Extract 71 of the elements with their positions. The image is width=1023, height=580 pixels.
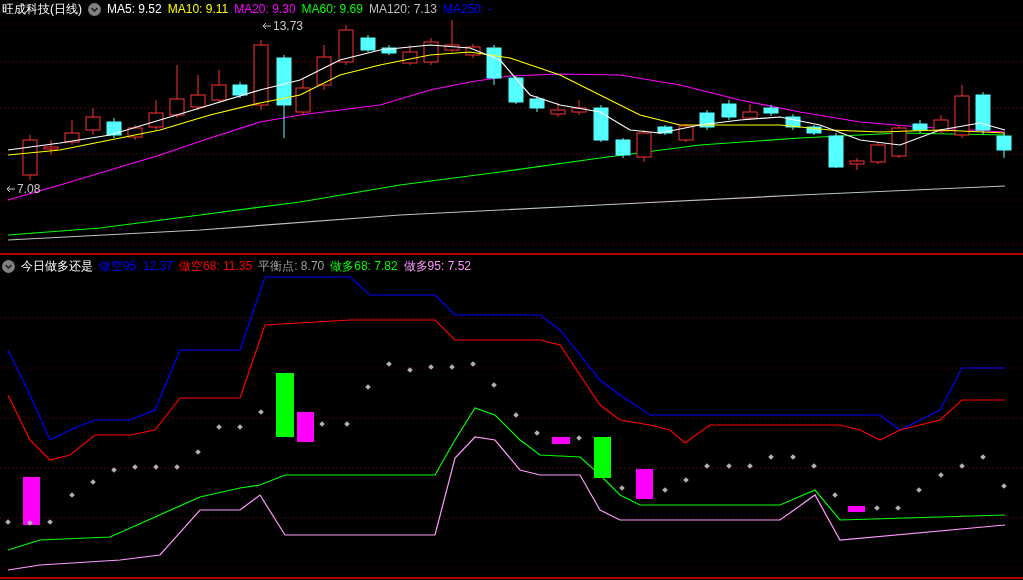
indicator-value: MA120: 7.13 <box>368 3 437 15</box>
candlestick <box>85 107 101 136</box>
indicator-value: 做空95: 12.37 <box>99 260 174 272</box>
chart-title: 旺成科技(日线) <box>2 3 82 15</box>
candlestick <box>22 134 38 181</box>
candlestick <box>742 103 758 121</box>
candlestick <box>849 157 865 171</box>
candlestick <box>64 119 80 146</box>
signal-bar <box>594 437 611 478</box>
candlestick <box>785 113 801 131</box>
signal-bar <box>552 437 570 444</box>
signal-bar <box>276 373 294 437</box>
candlestick <box>806 124 822 136</box>
candlestick <box>486 44 502 86</box>
candlestick <box>402 44 418 66</box>
indicator-value: MA20: 9.30 <box>234 3 296 15</box>
indicator-value: MA10: 9.11 <box>167 3 229 15</box>
candlestick <box>636 129 652 163</box>
candlestick <box>381 44 397 56</box>
candlestick <box>253 39 269 111</box>
candlestick <box>975 91 991 136</box>
candlestick <box>508 75 524 105</box>
candlestick <box>996 132 1012 159</box>
indicator-value: 做空68: 11.35 <box>179 260 253 272</box>
candlestick <box>190 74 206 111</box>
candlestick <box>657 124 673 136</box>
indicator-value: MA5: 9.52 <box>107 3 162 15</box>
candlestick <box>593 104 609 143</box>
candlestick <box>615 137 631 159</box>
high-price-label: 13.73 <box>273 18 304 35</box>
candlestick <box>423 37 439 66</box>
candlestick <box>870 141 886 165</box>
candlestick <box>295 77 311 116</box>
candlestick <box>529 95 545 113</box>
arrow-icon <box>262 21 272 31</box>
chevron-down-icon[interactable] <box>88 2 101 16</box>
candlestick <box>828 132 844 169</box>
candlestick <box>465 43 481 59</box>
candlestick <box>571 99 587 116</box>
indicator-title: 今日做多还是 <box>21 260 93 272</box>
candlestick <box>127 124 143 141</box>
candlestick <box>338 24 354 66</box>
candlestick <box>169 64 185 119</box>
candlestick <box>211 69 227 104</box>
candlestick <box>550 102 566 118</box>
candlestick <box>316 44 332 91</box>
candlestick <box>933 114 949 135</box>
signal-bar <box>848 506 865 512</box>
indicator-value: 做多68: 7.82 <box>330 260 398 272</box>
candlestick <box>43 139 59 156</box>
candlestick <box>954 84 970 139</box>
indicator-value: MA60: 9.69 <box>301 3 363 15</box>
candlestick <box>721 99 737 121</box>
candlestick <box>891 124 907 159</box>
low-price-label: 7.08 <box>17 181 41 198</box>
signal-bar <box>636 469 653 499</box>
candlestick <box>232 81 248 99</box>
indicator-value: MA250: - <box>443 3 492 15</box>
signal-bar <box>23 477 40 525</box>
candlestick <box>699 109 715 131</box>
signal-bar <box>297 412 314 442</box>
arrow-icon <box>6 184 16 194</box>
candlestick <box>106 117 122 139</box>
candlestick <box>360 34 376 53</box>
candlestick <box>912 119 928 134</box>
candlestick <box>763 104 779 117</box>
indicator-value: 做多95: 7.52 <box>403 260 471 272</box>
candlestick <box>148 99 164 131</box>
candlestick <box>444 19 460 53</box>
chevron-down-icon[interactable] <box>2 259 15 273</box>
indicator-value: 平衡点: 8.70 <box>258 260 325 272</box>
